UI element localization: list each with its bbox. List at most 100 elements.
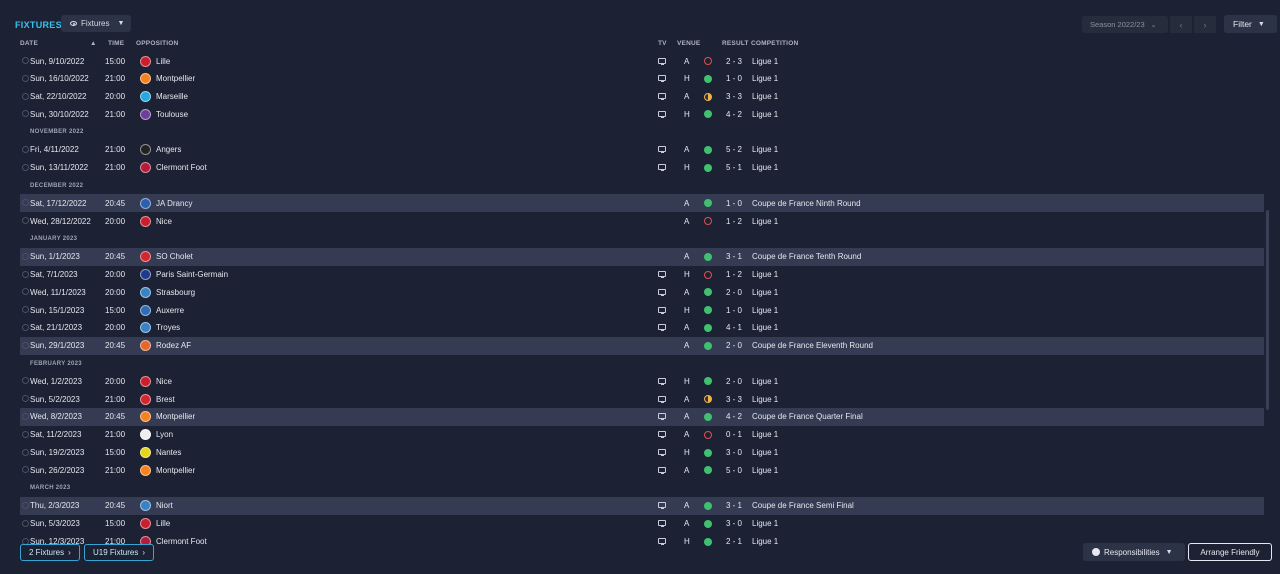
fixture-score[interactable]: 1 - 0 bbox=[726, 306, 742, 315]
opposition-team[interactable]: Lille bbox=[156, 519, 170, 528]
opposition-team[interactable]: Toulouse bbox=[156, 110, 188, 119]
fixture-score[interactable]: 3 - 0 bbox=[726, 448, 742, 457]
fixture-score[interactable]: 1 - 2 bbox=[726, 217, 742, 226]
fixture-score[interactable]: 1 - 0 bbox=[726, 199, 742, 208]
fixture-row[interactable]: Fri, 4/11/2022 21:00 Angers A 5 - 2 Ligu… bbox=[20, 141, 1264, 159]
opposition-team[interactable]: Lyon bbox=[156, 430, 173, 439]
column-opposition[interactable]: OPPOSITION bbox=[136, 40, 178, 47]
fixture-row[interactable]: Sun, 16/10/2022 21:00 Montpellier H 1 - … bbox=[20, 70, 1264, 88]
opposition-team[interactable]: Brest bbox=[156, 395, 175, 404]
fixture-competition[interactable]: Ligue 1 bbox=[752, 110, 778, 119]
fixture-score[interactable]: 2 - 1 bbox=[726, 537, 742, 546]
fixture-score[interactable]: 3 - 3 bbox=[726, 395, 742, 404]
fixture-score[interactable]: 4 - 2 bbox=[726, 412, 742, 421]
fixture-score[interactable]: 5 - 2 bbox=[726, 145, 742, 154]
column-date[interactable]: DATE bbox=[20, 40, 38, 47]
fixture-competition[interactable]: Ligue 1 bbox=[752, 217, 778, 226]
fixture-score[interactable]: 5 - 0 bbox=[726, 466, 742, 475]
fixture-competition[interactable]: Coupe de France Tenth Round bbox=[752, 252, 861, 261]
fixture-competition[interactable]: Coupe de France Eleventh Round bbox=[752, 341, 873, 350]
fixture-row[interactable]: Sun, 29/1/2023 20:45 Rodez AF A 2 - 0 Co… bbox=[20, 336, 1264, 355]
opposition-team[interactable]: Lille bbox=[156, 57, 170, 66]
opposition-team[interactable]: Niort bbox=[156, 501, 173, 510]
fixture-row[interactable]: Wed, 1/2/2023 20:00 Nice H 2 - 0 Ligue 1 bbox=[20, 372, 1264, 390]
fixture-competition[interactable]: Coupe de France Semi Final bbox=[752, 501, 854, 510]
opposition-team[interactable]: Angers bbox=[156, 145, 181, 154]
fixture-row[interactable]: Sat, 22/10/2022 20:00 Marseille A 3 - 3 … bbox=[20, 88, 1264, 106]
view-dropdown[interactable]: Fixtures ▼ bbox=[61, 15, 131, 32]
fixture-score[interactable]: 3 - 0 bbox=[726, 519, 742, 528]
fixture-competition[interactable]: Ligue 1 bbox=[752, 92, 778, 101]
opposition-team[interactable]: Rodez AF bbox=[156, 341, 191, 350]
fixture-row[interactable]: Sun, 13/11/2022 21:00 Clermont Foot H 5 … bbox=[20, 159, 1264, 177]
fixture-competition[interactable]: Ligue 1 bbox=[752, 537, 778, 546]
fixture-row[interactable]: Sun, 26/2/2023 21:00 Montpellier A 5 - 0… bbox=[20, 461, 1264, 479]
fixture-competition[interactable]: Ligue 1 bbox=[752, 395, 778, 404]
column-result[interactable]: RESULT bbox=[722, 40, 749, 47]
fixture-row[interactable]: Sun, 30/10/2022 21:00 Toulouse H 4 - 2 L… bbox=[20, 105, 1264, 123]
fixture-competition[interactable]: Ligue 1 bbox=[752, 466, 778, 475]
fixture-competition[interactable]: Ligue 1 bbox=[752, 57, 778, 66]
opposition-team[interactable]: Montpellier bbox=[156, 466, 195, 475]
column-competition[interactable]: COMPETITION bbox=[751, 40, 798, 47]
fixture-row[interactable]: Thu, 2/3/2023 20:45 Niort A 3 - 1 Coupe … bbox=[20, 496, 1264, 515]
fixture-score[interactable]: 0 - 1 bbox=[726, 430, 742, 439]
2-fixtures-button[interactable]: 2 Fixtures › bbox=[20, 544, 80, 561]
fixture-score[interactable]: 2 - 0 bbox=[726, 288, 742, 297]
fixture-score[interactable]: 4 - 2 bbox=[726, 110, 742, 119]
fixture-score[interactable]: 3 - 1 bbox=[726, 501, 742, 510]
fixture-score[interactable]: 2 - 3 bbox=[726, 57, 742, 66]
opposition-team[interactable]: Marseille bbox=[156, 92, 188, 101]
fixture-score[interactable]: 1 - 2 bbox=[726, 270, 742, 279]
fixture-competition[interactable]: Ligue 1 bbox=[752, 270, 778, 279]
fixture-row[interactable]: Sun, 19/2/2023 15:00 Nantes H 3 - 0 Ligu… bbox=[20, 444, 1264, 462]
fixture-competition[interactable]: Ligue 1 bbox=[752, 377, 778, 386]
u19-fixtures-button[interactable]: U19 Fixtures › bbox=[84, 544, 155, 561]
column-venue[interactable]: VENUE bbox=[677, 40, 700, 47]
next-season-button[interactable]: › bbox=[1194, 16, 1216, 33]
column-tv[interactable]: TV bbox=[658, 40, 667, 47]
opposition-team[interactable]: Montpellier bbox=[156, 74, 195, 83]
season-selector[interactable]: Season 2022/23 ⌄ bbox=[1082, 16, 1168, 33]
opposition-team[interactable]: Clermont Foot bbox=[156, 537, 207, 546]
fixture-row[interactable]: Sat, 21/1/2023 20:00 Troyes A 4 - 1 Ligu… bbox=[20, 319, 1264, 337]
opposition-team[interactable]: Troyes bbox=[156, 323, 180, 332]
fixture-competition[interactable]: Ligue 1 bbox=[752, 306, 778, 315]
filter-button[interactable]: Filter ▼ bbox=[1224, 15, 1277, 33]
opposition-team[interactable]: Nice bbox=[156, 377, 172, 386]
fixture-row[interactable]: Sun, 12/3/2023 21:00 Clermont Foot H 2 -… bbox=[20, 533, 1264, 548]
responsibilities-button[interactable]: Responsibilities ▼ bbox=[1083, 543, 1185, 561]
fixture-competition[interactable]: Ligue 1 bbox=[752, 430, 778, 439]
fixture-competition[interactable]: Coupe de France Ninth Round bbox=[752, 199, 861, 208]
opposition-team[interactable]: Nice bbox=[156, 217, 172, 226]
scrollbar[interactable] bbox=[1266, 210, 1269, 410]
fixture-row[interactable]: Sun, 5/3/2023 15:00 Lille A 3 - 0 Ligue … bbox=[20, 515, 1264, 533]
previous-season-button[interactable]: ‹ bbox=[1170, 16, 1192, 33]
fixture-competition[interactable]: Ligue 1 bbox=[752, 74, 778, 83]
column-time[interactable]: TIME bbox=[108, 40, 124, 47]
fixture-score[interactable]: 4 - 1 bbox=[726, 323, 742, 332]
opposition-team[interactable]: Strasbourg bbox=[156, 288, 195, 297]
fixture-row[interactable]: Wed, 8/2/2023 20:45 Montpellier A 4 - 2 … bbox=[20, 407, 1264, 426]
fixture-score[interactable]: 2 - 0 bbox=[726, 377, 742, 386]
fixture-score[interactable]: 2 - 0 bbox=[726, 341, 742, 350]
opposition-team[interactable]: Montpellier bbox=[156, 412, 195, 421]
opposition-team[interactable]: SO Cholet bbox=[156, 252, 193, 261]
fixture-row[interactable]: Sun, 15/1/2023 15:00 Auxerre H 1 - 0 Lig… bbox=[20, 301, 1264, 319]
fixture-competition[interactable]: Ligue 1 bbox=[752, 145, 778, 154]
fixture-score[interactable]: 1 - 0 bbox=[726, 74, 742, 83]
fixture-score[interactable]: 5 - 1 bbox=[726, 163, 742, 172]
fixture-row[interactable]: Wed, 28/12/2022 20:00 Nice A 1 - 2 Ligue… bbox=[20, 212, 1264, 230]
opposition-team[interactable]: Clermont Foot bbox=[156, 163, 207, 172]
fixture-row[interactable]: Sun, 9/10/2022 15:00 Lille A 2 - 3 Ligue… bbox=[20, 52, 1264, 70]
fixture-row[interactable]: Wed, 11/1/2023 20:00 Strasbourg A 2 - 0 … bbox=[20, 283, 1264, 301]
opposition-team[interactable]: Nantes bbox=[156, 448, 181, 457]
fixture-score[interactable]: 3 - 3 bbox=[726, 92, 742, 101]
fixture-competition[interactable]: Ligue 1 bbox=[752, 288, 778, 297]
fixture-competition[interactable]: Ligue 1 bbox=[752, 448, 778, 457]
fixture-competition[interactable]: Coupe de France Quarter Final bbox=[752, 412, 863, 421]
fixture-score[interactable]: 3 - 1 bbox=[726, 252, 742, 261]
fixture-competition[interactable]: Ligue 1 bbox=[752, 323, 778, 332]
fixture-competition[interactable]: Ligue 1 bbox=[752, 163, 778, 172]
opposition-team[interactable]: Paris Saint-Germain bbox=[156, 270, 228, 279]
